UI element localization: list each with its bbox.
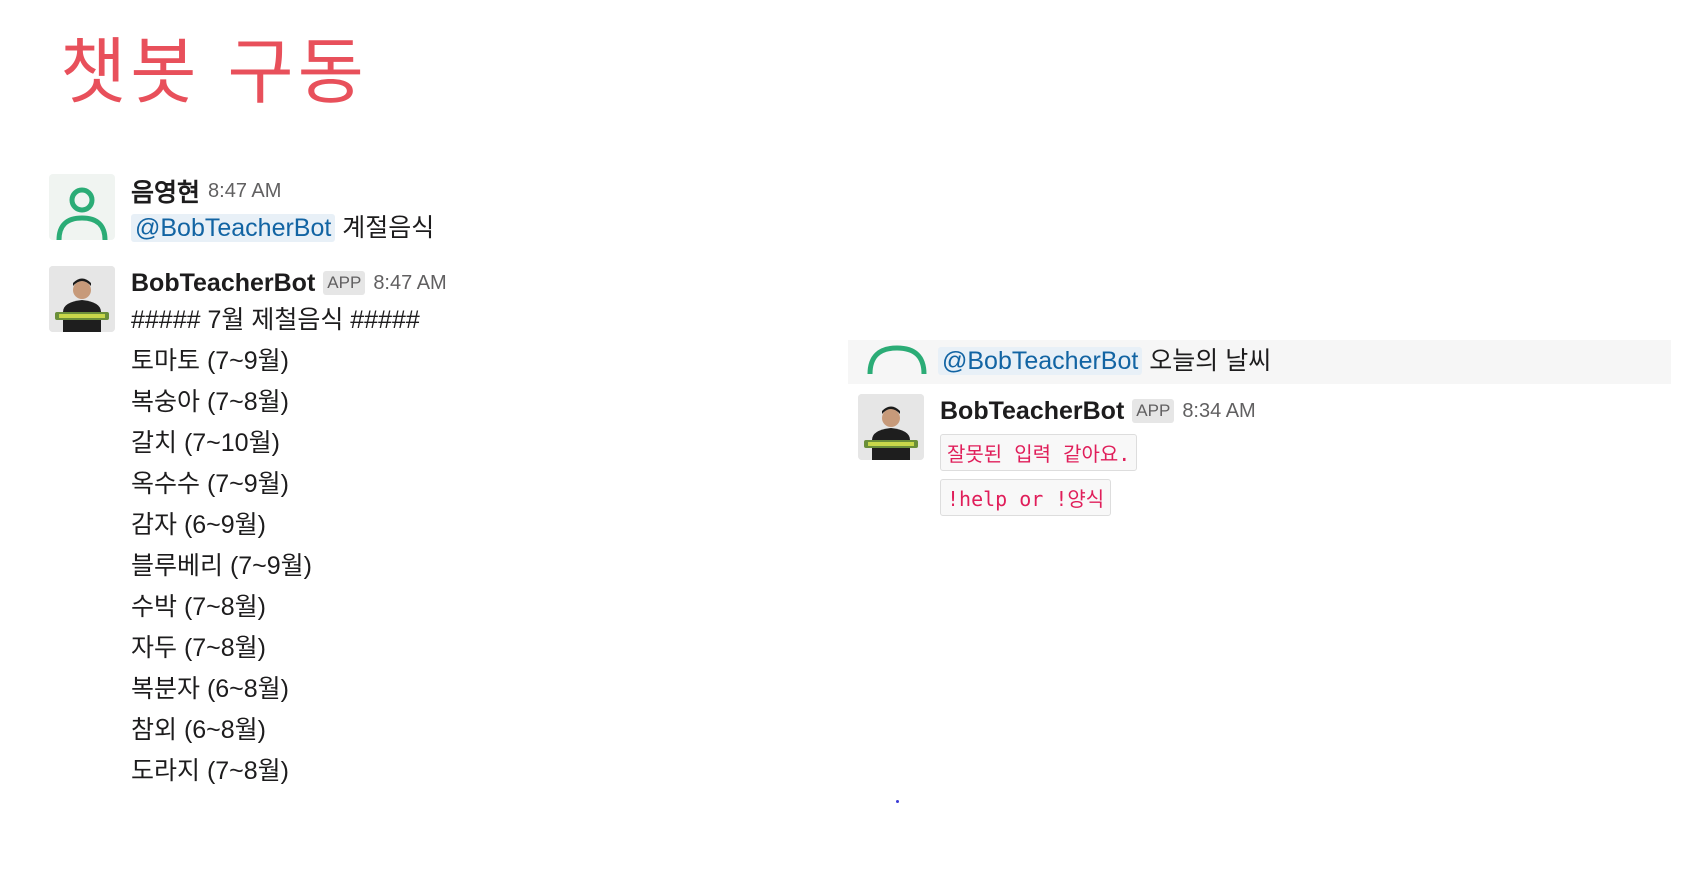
bot-chef-photo bbox=[858, 394, 924, 460]
message-line: 수박 (7~8월) bbox=[131, 593, 267, 621]
person-outline-icon bbox=[867, 345, 927, 375]
message-line: 갈치 (7~10월) bbox=[131, 429, 280, 457]
app-badge: APP bbox=[323, 271, 366, 295]
bot-message: BobTeacherBot APP 8:47 AM ##### 7월 제철음식 … bbox=[49, 266, 447, 792]
message-line: 옥수수 (7~9월) bbox=[131, 470, 290, 498]
message-line: 복분자 (6~8월) bbox=[131, 675, 290, 703]
bot-reply-header: BobTeacherBot APP 8:34 AM bbox=[940, 394, 1256, 428]
bot-reply-message: BobTeacherBot APP 8:34 AM 잘못된 입력 같아요. !h… bbox=[858, 394, 1256, 516]
user-message-text: @BobTeacherBot 오늘의 날씨 bbox=[938, 341, 1271, 382]
bot-avatar[interactable] bbox=[49, 266, 115, 332]
message-text: 오늘의 날씨 bbox=[1149, 347, 1272, 375]
bot-chef-photo bbox=[49, 266, 115, 332]
message-line: 블루베리 (7~9월) bbox=[131, 552, 313, 580]
bot-message-body: BobTeacherBot APP 8:47 AM ##### 7월 제철음식 … bbox=[131, 266, 447, 792]
inline-code: !help or !양식 bbox=[940, 479, 1112, 516]
bot-reply-body: BobTeacherBot APP 8:34 AM 잘못된 입력 같아요. !h… bbox=[940, 394, 1256, 516]
message-text: 계절음식 bbox=[342, 214, 435, 242]
user-avatar-cropped[interactable] bbox=[864, 340, 930, 380]
message-line: ##### 7월 제철음식 ##### bbox=[131, 306, 420, 334]
user-message-header: 음영현 8:47 AM bbox=[131, 174, 434, 208]
inline-code: 잘못된 입력 같아요. bbox=[940, 434, 1138, 471]
user-message-body: 음영현 8:47 AM @BobTeacherBot 계절음식 bbox=[131, 174, 434, 249]
bot-message-lines: ##### 7월 제철음식 ##### 토마토 (7~9월) 복숭아 (7~8월… bbox=[131, 300, 447, 792]
sender-name[interactable]: 음영현 bbox=[131, 173, 200, 209]
bot-avatar[interactable] bbox=[858, 394, 924, 460]
stray-dot bbox=[896, 800, 899, 803]
bot-message-header: BobTeacherBot APP 8:47 AM bbox=[131, 266, 447, 300]
person-outline-icon bbox=[56, 187, 108, 240]
sender-name[interactable]: BobTeacherBot bbox=[131, 269, 315, 298]
message-line: 토마토 (7~9월) bbox=[131, 347, 290, 375]
code-line-wrapper: 잘못된 입력 같아요. bbox=[940, 434, 1256, 471]
user-avatar[interactable] bbox=[49, 174, 115, 240]
timestamp[interactable]: 8:47 AM bbox=[208, 180, 281, 203]
code-line-wrapper: !help or !양식 bbox=[940, 479, 1256, 516]
sender-name[interactable]: BobTeacherBot bbox=[940, 397, 1124, 426]
mention-link[interactable]: @BobTeacherBot bbox=[938, 347, 1143, 375]
message-line: 복숭아 (7~8월) bbox=[131, 388, 290, 416]
message-line: 감자 (6~9월) bbox=[131, 511, 267, 539]
slide-title: 챗봇 구동 bbox=[60, 30, 368, 114]
message-line: 도라지 (7~8월) bbox=[131, 757, 290, 785]
timestamp[interactable]: 8:34 AM bbox=[1182, 400, 1255, 423]
message-line: 참외 (6~8월) bbox=[131, 716, 267, 744]
app-badge: APP bbox=[1132, 399, 1175, 423]
mention-link[interactable]: @BobTeacherBot bbox=[131, 214, 336, 242]
timestamp[interactable]: 8:47 AM bbox=[373, 272, 446, 295]
message-line: 자두 (7~8월) bbox=[131, 634, 267, 662]
user-message: 음영현 8:47 AM @BobTeacherBot 계절음식 bbox=[49, 174, 434, 249]
user-message-text: @BobTeacherBot 계절음식 bbox=[131, 208, 434, 249]
